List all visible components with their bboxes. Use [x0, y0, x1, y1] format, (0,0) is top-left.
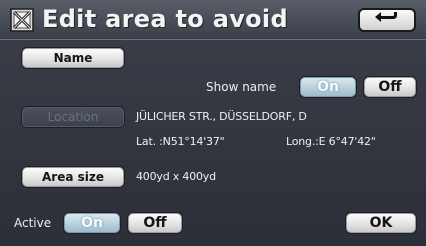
active-label: Active: [14, 216, 52, 230]
name-button[interactable]: Name: [22, 48, 124, 68]
location-address: JÜLICHER STR., DÜSSELDORF, D: [136, 110, 307, 123]
area-size-value: 400yd x 400yd: [136, 170, 216, 183]
show-name-label: Show name: [206, 80, 277, 94]
active-on-button[interactable]: On: [64, 213, 120, 233]
active-off-button[interactable]: Off: [128, 213, 182, 233]
show-name-off-button[interactable]: Off: [364, 77, 416, 97]
latitude-value: Lat. :N51°14'37": [136, 135, 225, 148]
title-bar: Edit area to avoid: [0, 0, 426, 40]
edit-area-screen: Edit area to avoid Name Show name On Off…: [0, 0, 426, 246]
return-arrow-icon: [372, 9, 402, 31]
show-name-on-button[interactable]: On: [300, 77, 356, 97]
ok-button[interactable]: OK: [346, 213, 416, 233]
longitude-value: Long.:E 6°47'42": [286, 135, 376, 148]
page-title: Edit area to avoid: [42, 5, 288, 33]
back-button[interactable]: [358, 8, 416, 32]
avoid-area-icon: [10, 8, 34, 32]
area-size-button[interactable]: Area size: [22, 167, 124, 187]
location-button[interactable]: Location: [22, 107, 124, 127]
